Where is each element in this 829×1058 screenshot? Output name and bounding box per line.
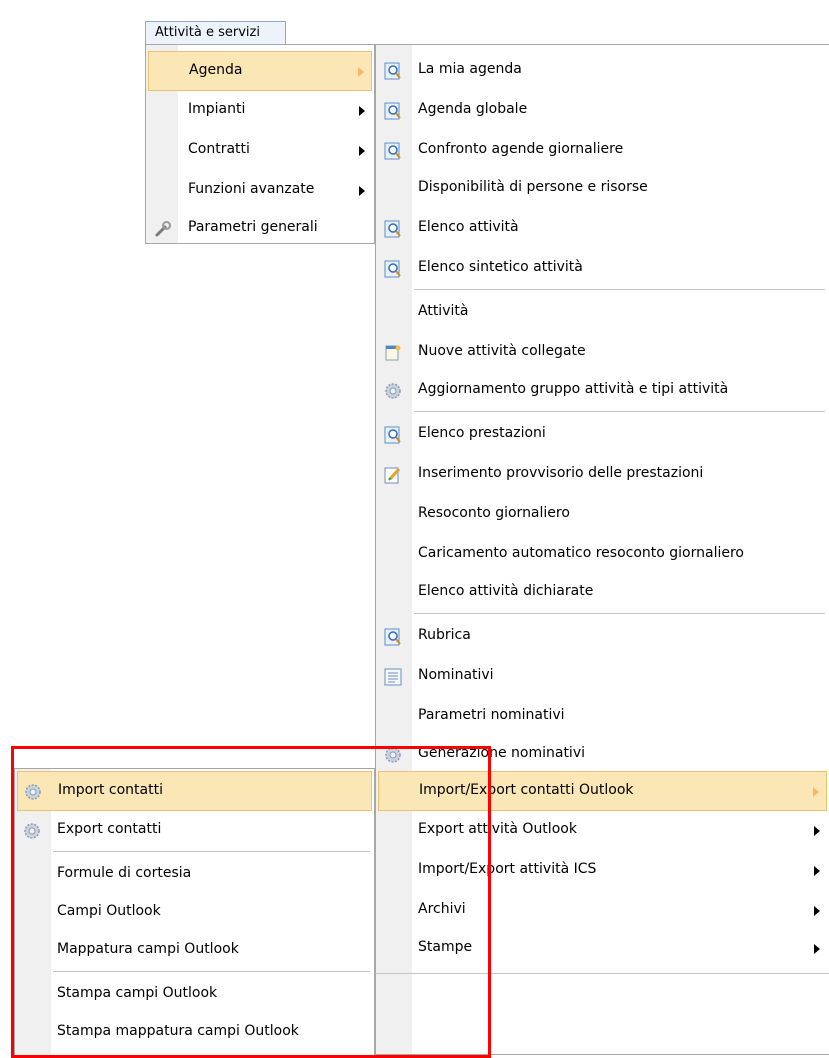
menu-item-rubrica[interactable]: Rubrica xyxy=(378,617,827,657)
chevron-right-icon xyxy=(359,146,365,156)
magnifier-document-icon xyxy=(384,102,401,120)
menu-item-impianti[interactable]: Impianti xyxy=(148,91,372,131)
gear-icon xyxy=(385,383,401,399)
chevron-right-icon xyxy=(359,186,365,196)
menu-item-elenco-attivita[interactable]: Elenco attività xyxy=(378,209,827,249)
menu-item-agenda[interactable]: Agenda xyxy=(148,51,372,91)
menu-separator xyxy=(414,613,825,614)
annotation-highlight-box xyxy=(11,746,491,1058)
menu-item-resoconto-giornaliero[interactable]: Resoconto giornaliero xyxy=(378,495,827,535)
menubar-attivita-servizi[interactable]: Attività e servizi xyxy=(145,21,286,44)
magnifier-document-icon xyxy=(384,142,401,160)
chevron-right-icon xyxy=(358,67,364,77)
magnifier-document-icon xyxy=(384,260,401,278)
menu-item-nominativi[interactable]: Nominativi xyxy=(378,657,827,697)
menu-separator xyxy=(414,411,825,412)
menu-item-parametri-nominativi[interactable]: Parametri nominativi xyxy=(378,697,827,737)
menu-attivita-servizi: Agenda Impianti Contratti Funzioni avanz… xyxy=(145,44,375,244)
menu-item-aggiornamento-gruppo[interactable]: Aggiornamento gruppo attività e tipi att… xyxy=(378,371,827,411)
menu-item-elenco-attivita-dichiarate[interactable]: Elenco attività dichiarate xyxy=(378,573,827,613)
magnifier-document-icon xyxy=(384,628,401,646)
new-document-icon xyxy=(385,345,401,361)
menu-item-inserimento-provvisorio[interactable]: Inserimento provvisorio delle prestazion… xyxy=(378,455,827,495)
menu-item-elenco-prestazioni[interactable]: Elenco prestazioni xyxy=(378,415,827,455)
magnifier-document-icon xyxy=(384,62,401,80)
edit-document-icon xyxy=(384,467,401,484)
menu-item-confronto-agende[interactable]: Confronto agende giornaliere xyxy=(378,131,827,171)
menu-item-caricamento-automatico[interactable]: Caricamento automatico resoconto giornal… xyxy=(378,535,827,575)
magnifier-document-icon xyxy=(384,426,401,444)
menu-item-disponibilita[interactable]: Disponibilità di persone e risorse xyxy=(378,169,827,209)
chevron-right-icon xyxy=(814,906,820,916)
magnifier-document-icon xyxy=(384,220,401,238)
chevron-right-icon xyxy=(814,826,820,836)
list-icon xyxy=(384,668,402,686)
chevron-right-icon xyxy=(359,106,365,116)
menu-item-la-mia-agenda[interactable]: La mia agenda xyxy=(378,51,827,91)
menu-item-funzioni-avanzate[interactable]: Funzioni avanzate xyxy=(148,171,372,211)
menu-separator xyxy=(414,289,825,290)
menubar-title: Attività e servizi xyxy=(155,25,260,40)
menu-item-elenco-sintetico[interactable]: Elenco sintetico attività xyxy=(378,249,827,289)
wrench-icon xyxy=(155,221,171,237)
menu-item-nuove-attivita[interactable]: Nuove attività collegate xyxy=(378,333,827,373)
menu-item-contratti[interactable]: Contratti xyxy=(148,131,372,171)
menu-item-agenda-globale[interactable]: Agenda globale xyxy=(378,91,827,131)
menu-item-attivita[interactable]: Attività xyxy=(378,293,827,333)
chevron-right-icon xyxy=(813,787,819,797)
menu-item-parametri-generali[interactable]: Parametri generali xyxy=(148,209,372,249)
chevron-right-icon xyxy=(814,944,820,954)
chevron-right-icon xyxy=(814,866,820,876)
